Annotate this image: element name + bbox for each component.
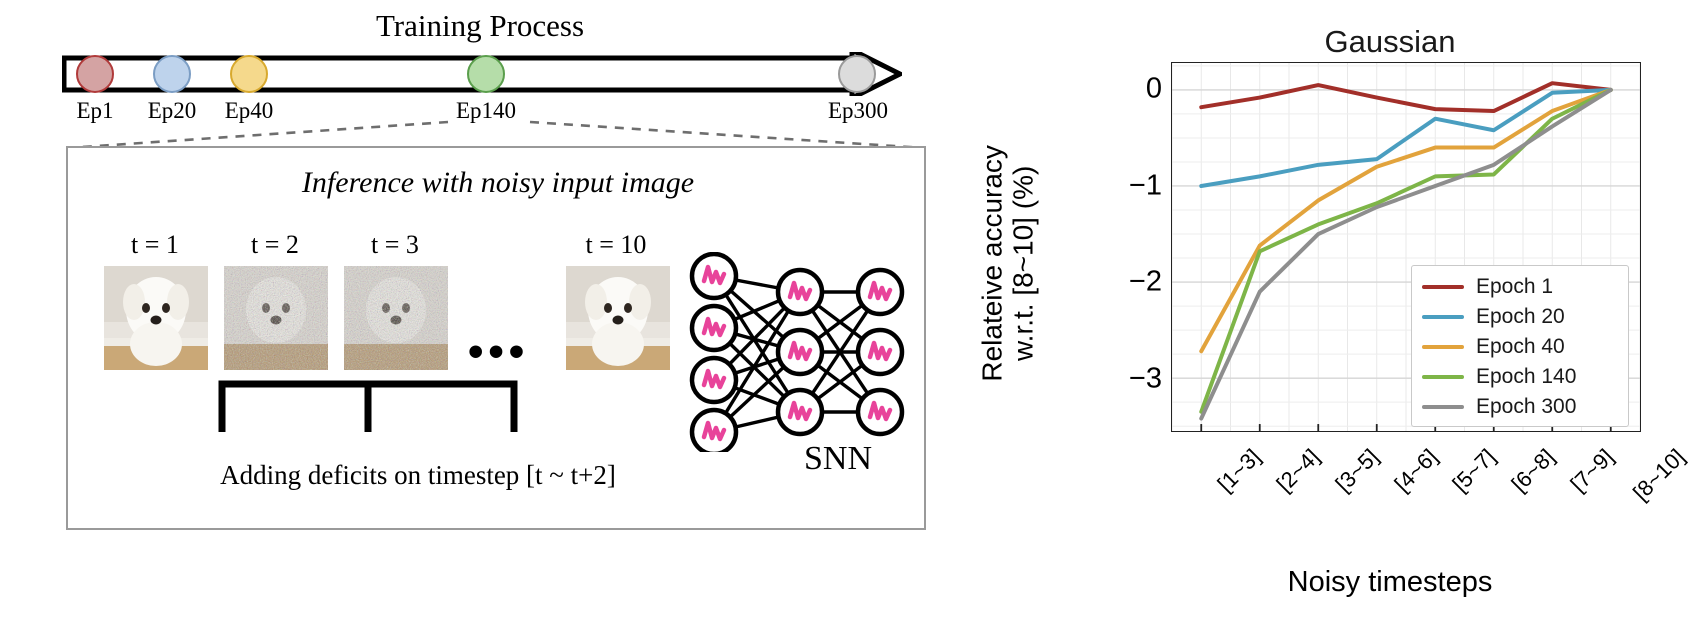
x-tick-label-6: [7~9] xyxy=(1565,444,1619,497)
legend-label: Epoch 300 xyxy=(1476,395,1577,418)
x-tick-label-2: [3~5] xyxy=(1330,444,1384,497)
chart-title: Gaussian xyxy=(1324,24,1456,59)
epoch-label-ep140: Ep140 xyxy=(455,98,517,123)
legend-item-0[interactable]: Epoch 1 xyxy=(1412,272,1628,302)
epoch-node-ep40[interactable] xyxy=(230,55,268,93)
legend-item-4[interactable]: Epoch 300 xyxy=(1412,392,1628,422)
y-axis-label: Relateive accuracy w.r.t. [8~10] (%) xyxy=(977,63,1040,463)
epoch-label-ep300: Ep300 xyxy=(827,98,889,123)
legend-swatch-icon xyxy=(1422,315,1464,319)
legend-label: Epoch 20 xyxy=(1476,305,1565,328)
legend-item-3[interactable]: Epoch 140 xyxy=(1412,362,1628,392)
inference-detail-box: Inference with noisy input image t = 1 t… xyxy=(66,146,926,530)
gaussian-accuracy-chart: Gaussian Relateive accuracy w.r.t. [8~10… xyxy=(960,0,1708,626)
chart-legend: Epoch 1 Epoch 20 Epoch 40 Epoch 140 Epoch 30… xyxy=(1411,265,1629,427)
ellipsis-dots: ••• xyxy=(468,327,530,376)
timestep-label-t2: t = 2 xyxy=(251,230,299,259)
epoch-label-ep40: Ep40 xyxy=(224,98,274,123)
deficit-bracket xyxy=(218,380,518,432)
legend-label: Epoch 1 xyxy=(1476,275,1554,298)
x-axis-label: Noisy timesteps xyxy=(1287,566,1493,598)
y-axis-label-line2: w.r.t. [8~10] (%) xyxy=(1008,165,1039,362)
timestep-image-t10 xyxy=(566,266,670,370)
legend-swatch-icon xyxy=(1422,285,1464,289)
legend-item-1[interactable]: Epoch 20 xyxy=(1412,302,1628,332)
epoch-node-ep140[interactable] xyxy=(467,55,505,93)
x-tick-label-3: [4~6] xyxy=(1389,444,1442,497)
x-tick-label-5: [6~8] xyxy=(1506,444,1560,497)
timestep-image-t1 xyxy=(104,266,208,370)
legend-swatch-icon xyxy=(1422,405,1464,409)
x-tick-label-1: [2~4] xyxy=(1271,444,1325,497)
epoch-label-ep1: Ep1 xyxy=(76,98,114,123)
x-axis-ticks: [1~3] [2~4] [3~5] [4~6] [5~7] [6~8] [7~9] [8~10… xyxy=(1171,438,1689,548)
y-tick-label-0: 0 xyxy=(1145,72,1162,105)
snn-label: SNN xyxy=(803,440,873,477)
timestep-label-t10: t = 10 xyxy=(585,230,647,259)
epoch-node-ep300[interactable] xyxy=(838,55,876,93)
y-axis-ticks: 0 −1 −2 −3 xyxy=(1070,62,1162,432)
training-process-diagram: Training Process Ep1 Ep20 Ep40 Ep140 Ep3… xyxy=(0,0,960,626)
epoch-label-ep20: Ep20 xyxy=(147,98,197,123)
epoch-node-ep1[interactable] xyxy=(76,55,114,93)
legend-label: Epoch 40 xyxy=(1476,335,1565,358)
y-tick-label-2: −2 xyxy=(1128,265,1162,298)
deficit-caption: Adding deficits on timestep [t ~ t+2] xyxy=(220,460,616,490)
legend-item-2[interactable]: Epoch 40 xyxy=(1412,332,1628,362)
timestep-label-t1: t = 1 xyxy=(131,230,179,259)
x-tick-label-4: [5~7] xyxy=(1447,444,1501,497)
y-axis-label-line1: Relateive accuracy xyxy=(976,145,1008,382)
detail-title: Inference with noisy input image xyxy=(301,166,695,199)
timestep-image-t2 xyxy=(224,266,328,370)
legend-swatch-icon xyxy=(1422,375,1464,379)
snn-network-graph xyxy=(689,252,905,452)
legend-swatch-icon xyxy=(1422,345,1464,349)
x-tick-label-7: [8~10] xyxy=(1627,444,1690,506)
legend-label: Epoch 140 xyxy=(1476,365,1577,388)
timestep-label-t3: t = 3 xyxy=(371,230,419,259)
y-tick-label-1: −1 xyxy=(1128,169,1162,202)
timeline-title: Training Process xyxy=(375,8,585,43)
y-tick-label-3: −3 xyxy=(1128,362,1162,395)
epoch-node-ep20[interactable] xyxy=(153,55,191,93)
x-tick-label-0: [1~3] xyxy=(1212,444,1266,497)
timestep-image-t3 xyxy=(344,266,448,370)
